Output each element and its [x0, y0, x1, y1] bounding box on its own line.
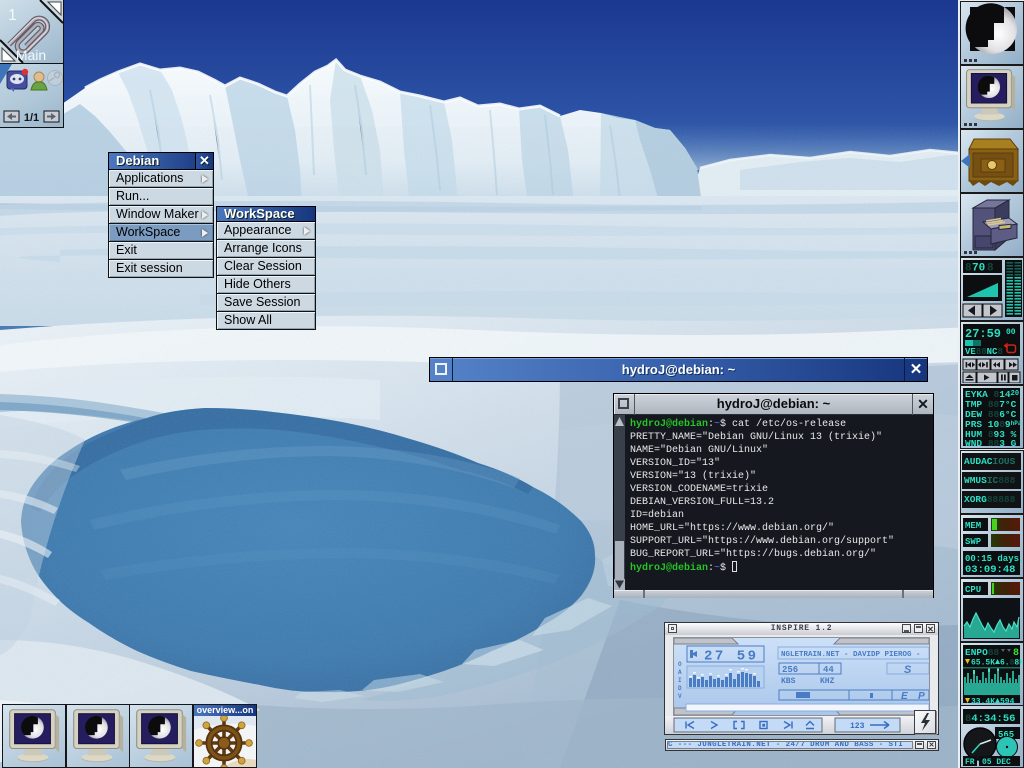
svg-text:8: 8 — [987, 263, 994, 275]
svg-text:Main: Main — [16, 47, 46, 63]
svg-text:8: 8 — [965, 263, 972, 275]
svg-text:27 59: 27 59 — [704, 649, 759, 665]
svg-text:05 DEC: 05 DEC — [982, 758, 1011, 767]
svg-text:256: 256 — [782, 665, 798, 675]
svg-text:I: I — [678, 677, 682, 684]
svg-text:27:59: 27:59 — [965, 327, 1001, 341]
svg-text:1/1: 1/1 — [24, 112, 39, 124]
svg-text:00: 00 — [1006, 328, 1016, 337]
svg-text:65.5K: 65.5K — [971, 659, 995, 668]
svg-text:KBS: KBS — [781, 677, 796, 686]
svg-text:03:09:48: 03:09:48 — [965, 564, 1015, 576]
svg-text:P: P — [918, 691, 925, 702]
svg-text:V: V — [678, 693, 682, 700]
svg-text:44: 44 — [823, 665, 834, 675]
svg-text:8: 8 — [1013, 648, 1019, 659]
svg-text:70: 70 — [972, 263, 985, 275]
svg-text:O: O — [678, 661, 682, 668]
svg-text:E: E — [901, 691, 908, 702]
svg-text:A: A — [678, 669, 682, 676]
svg-text:XORG88888: XORG88888 — [964, 494, 1016, 505]
svg-text:594: 594 — [1000, 698, 1015, 705]
svg-text:D: D — [678, 685, 682, 692]
svg-text:1: 1 — [8, 7, 17, 24]
svg-text:MEM: MEM — [965, 521, 981, 531]
svg-text:123: 123 — [850, 722, 865, 731]
svg-text:WMUSIC888: WMUSIC888 — [964, 475, 1016, 486]
svg-text:SWP: SWP — [965, 537, 982, 547]
svg-text:FR: FR — [965, 758, 975, 767]
svg-text:84:34:56: 84:34:56 — [965, 713, 1015, 725]
svg-text:VE88NC8: VE88NC8 — [965, 347, 1003, 357]
svg-text:WND 883 G: WND 883 G — [965, 438, 1017, 448]
svg-text:S: S — [904, 664, 912, 676]
svg-text:6.88K: 6.88K — [1000, 659, 1022, 668]
svg-text:ENPO88: ENPO88 — [965, 647, 1000, 658]
svg-text:AUDACIOUS: AUDACIOUS — [964, 456, 1016, 467]
svg-text:CPU: CPU — [965, 585, 981, 595]
svg-text:KHZ: KHZ — [820, 677, 835, 686]
svg-text:33.4K: 33.4K — [971, 698, 995, 705]
svg-text:NGLETRAIN.NET - DAVIDP PIEROG: NGLETRAIN.NET - DAVIDP PIEROG - — [781, 651, 921, 659]
svg-text:00:15 days,: 00:15 days, — [965, 554, 1022, 564]
